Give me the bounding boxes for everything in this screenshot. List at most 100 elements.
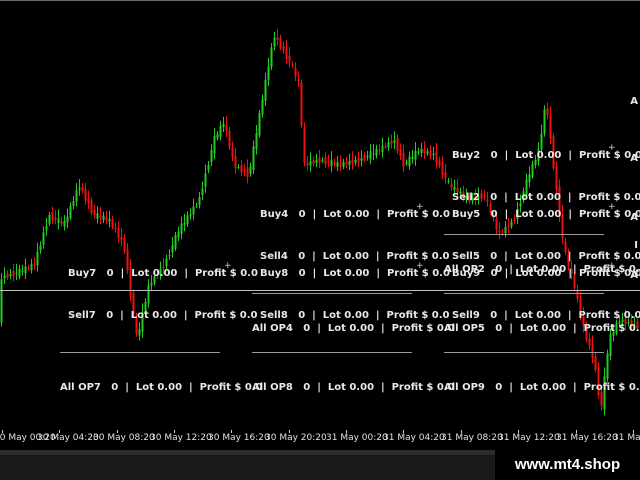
candle [93, 205, 96, 219]
candle [342, 158, 345, 170]
candle [42, 226, 45, 249]
candle [234, 148, 237, 174]
candle [114, 222, 117, 233]
time-label: 31 May 16:20 [556, 433, 618, 443]
candle [366, 150, 369, 161]
candle [57, 209, 60, 230]
all-op-row: All OP8 0 | Lot 0.00 | Profit $ 0.0 [252, 382, 455, 393]
candle [360, 150, 363, 167]
sell-row: Sell9 0 | Lot 0.00 | Profit $ 0.0 [452, 310, 640, 321]
candle [393, 131, 396, 150]
candle [99, 206, 102, 224]
candle [201, 181, 204, 200]
price-chart[interactable]: Buy7 0 | Lot 0.00 | Profit $ 0.0 Sell7 0… [0, 0, 640, 450]
candle [75, 183, 78, 207]
candle [390, 134, 393, 149]
candle [12, 263, 15, 282]
buy-row: Buy7 0 | Lot 0.00 | Profit $ 0.0 [68, 268, 258, 279]
candle [78, 179, 81, 196]
trade-panel-8: Buy8 0 | Lot 0.00 | Profit $ 0.0 Sell8 0… [252, 239, 455, 437]
candle [15, 263, 18, 280]
candle [420, 142, 423, 158]
candle [324, 152, 327, 169]
clipped-panel-label: A [630, 153, 638, 164]
candle [387, 137, 390, 151]
candle [369, 144, 372, 165]
candle [3, 267, 6, 285]
candle [429, 145, 432, 160]
candle [36, 242, 39, 272]
candle [108, 210, 111, 228]
candle [423, 141, 426, 159]
candle [243, 163, 246, 177]
candle [375, 144, 378, 159]
candle [297, 71, 300, 87]
candle [66, 208, 69, 229]
time-label: 30 May 12:20 [150, 433, 212, 443]
candle [405, 159, 408, 166]
candle [330, 151, 333, 173]
candle [300, 79, 303, 129]
candle [351, 150, 354, 170]
candle [96, 206, 99, 224]
candle [81, 183, 84, 194]
candle [321, 157, 324, 163]
candle [195, 202, 198, 208]
time-label: 30 May 16:20 [208, 433, 270, 443]
candle [345, 157, 348, 169]
clipped-panel-label: A [630, 270, 638, 281]
candle [27, 264, 30, 271]
time-label: 30 May 08:20 [93, 433, 155, 443]
time-label: 31 May 04:20 [383, 433, 445, 443]
candle [60, 216, 63, 227]
sell-row: Sell8 0 | Lot 0.00 | Profit $ 0.0 [260, 310, 450, 321]
candle [411, 150, 414, 164]
candle [30, 259, 33, 274]
candle [48, 211, 51, 227]
candle [222, 116, 225, 132]
candle [303, 122, 306, 167]
candle [408, 151, 411, 170]
candle [294, 62, 297, 81]
clipped-panel-label: A [630, 96, 638, 107]
candle [213, 128, 216, 160]
candle [45, 217, 48, 236]
candle [21, 264, 24, 276]
crosshair-plus-icon: + [224, 261, 232, 271]
candle [9, 269, 12, 280]
candle [24, 258, 27, 279]
time-label: 30 May 04:20 [37, 433, 99, 443]
candle [186, 211, 189, 227]
candle [231, 141, 234, 162]
candle [189, 208, 192, 220]
candle [417, 147, 420, 156]
trade-panel-9: Buy9 0 | Lot 0.00 | Profit $ 0.0 Sell9 0… [444, 239, 640, 437]
candle [204, 164, 207, 193]
time-label: 31 May 00:20 [326, 433, 388, 443]
candle [219, 120, 222, 141]
candle [51, 206, 54, 224]
all-op-row: All OP7 0 | Lot 0.00 | Profit $ 0.0 [60, 382, 263, 393]
candle [348, 153, 351, 170]
candle [333, 158, 336, 168]
candle [354, 155, 357, 166]
candle [426, 148, 429, 156]
time-label: 31 May 20 [613, 433, 640, 443]
candle [363, 152, 366, 163]
candle [306, 156, 309, 171]
crosshair-plus-icon: + [608, 143, 616, 153]
candle [69, 202, 72, 221]
clipped-panel-label: I [634, 240, 638, 251]
candle [228, 126, 231, 150]
candle [285, 40, 288, 64]
trade-panel-7: Buy7 0 | Lot 0.00 | Profit $ 0.0 Sell7 0… [60, 239, 263, 437]
candle [279, 34, 282, 51]
candle [63, 215, 66, 231]
candle [327, 154, 330, 168]
candle [207, 161, 210, 174]
candle [270, 43, 273, 70]
candle [183, 213, 186, 232]
candle [39, 241, 42, 254]
candle [216, 131, 219, 141]
candle [381, 137, 384, 158]
